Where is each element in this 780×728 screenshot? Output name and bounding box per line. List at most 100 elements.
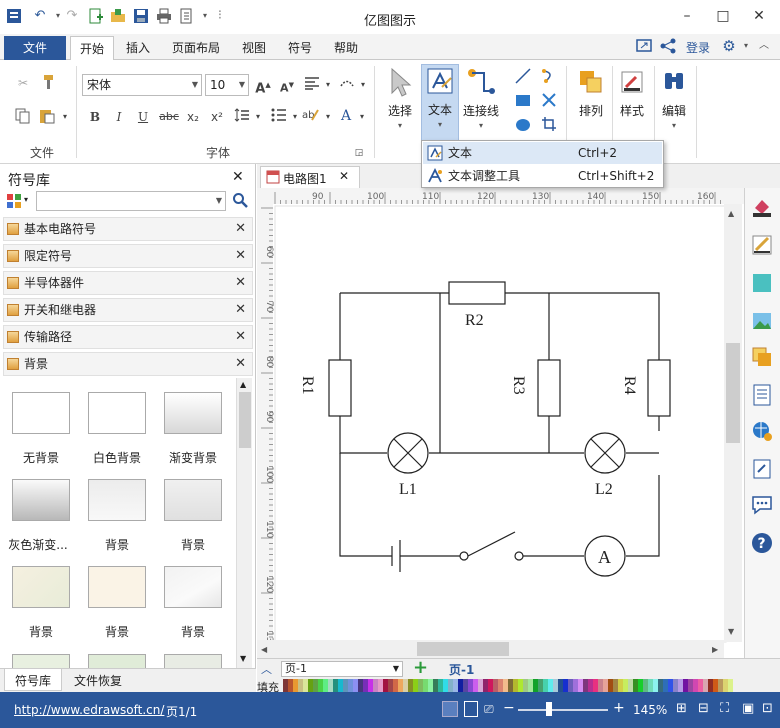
font-name-select[interactable]: 宋体 ▼ xyxy=(82,74,202,96)
tab-symbols[interactable]: 符号 xyxy=(279,36,321,60)
library-item[interactable]: 背景 ✕ xyxy=(3,352,253,376)
page-tab[interactable]: 页-1 xyxy=(449,661,474,678)
zoom-out-icon[interactable]: − xyxy=(503,700,515,716)
drawing-canvas[interactable]: 90 100 110 120 130 140 150 160 60 70 80 … xyxy=(257,188,744,658)
color-swatch[interactable] xyxy=(728,679,733,692)
comment-icon[interactable] xyxy=(751,494,773,516)
background-thumb[interactable] xyxy=(88,654,146,668)
underline-button[interactable]: U xyxy=(134,108,152,126)
background-thumb[interactable] xyxy=(12,654,70,668)
background-thumb[interactable] xyxy=(164,479,222,521)
arc-tool-icon[interactable] xyxy=(540,68,558,86)
edit-button[interactable]: 编辑 ▾ xyxy=(655,66,693,130)
bold-button[interactable]: B xyxy=(86,108,104,126)
shrink-font-icon[interactable]: A▼ xyxy=(278,76,296,95)
library-item[interactable]: 开关和继电器 ✕ xyxy=(3,298,253,322)
lamp-l2[interactable] xyxy=(584,432,626,474)
close-library-icon[interactable]: ✕ xyxy=(235,272,246,294)
background-thumb[interactable] xyxy=(12,392,70,434)
library-menu-icon[interactable] xyxy=(6,193,22,209)
search-icon[interactable] xyxy=(232,192,248,208)
presentation-icon[interactable]: ⎚ xyxy=(484,702,494,717)
normal-view-icon[interactable] xyxy=(442,701,458,717)
close-library-icon[interactable]: ✕ xyxy=(235,245,246,267)
globe-icon[interactable] xyxy=(751,420,773,442)
style-button[interactable]: 样式 xyxy=(613,66,651,119)
maximize-icon[interactable]: □ xyxy=(712,6,734,26)
share-screen-icon[interactable] xyxy=(636,38,652,54)
close-tab-icon[interactable]: ✕ xyxy=(339,169,349,183)
shadow-icon[interactable] xyxy=(751,272,773,294)
highlight-dropdown-icon[interactable]: ▾ xyxy=(319,108,337,126)
lamp-l1[interactable] xyxy=(387,432,429,474)
dropdown-item-text-adjust[interactable]: 文本调整工具 Ctrl+Shift+2 xyxy=(423,165,662,187)
fit-page-icon[interactable]: ⊞ xyxy=(676,701,687,716)
scroll-thumb[interactable] xyxy=(239,392,251,448)
connector-tool-button[interactable]: 连接线 ▾ xyxy=(460,66,502,130)
background-thumb[interactable] xyxy=(12,566,70,608)
attachment-icon[interactable] xyxy=(751,458,773,480)
background-thumb[interactable] xyxy=(88,566,146,608)
share-icon[interactable] xyxy=(660,38,676,54)
font-color-dropdown-icon[interactable]: ▾ xyxy=(353,108,371,126)
collapse-page-bar-icon[interactable]: ︿ xyxy=(261,661,272,677)
library-scrollbar[interactable]: ▲ ▼ xyxy=(236,378,252,668)
scroll-up-icon[interactable]: ▲ xyxy=(728,209,735,218)
tab-page-layout[interactable]: 页面布局 xyxy=(163,36,229,60)
background-thumb[interactable] xyxy=(12,479,70,521)
canvas-vscrollbar[interactable]: ▲ ▼ xyxy=(724,204,742,642)
scroll-up-icon[interactable]: ▲ xyxy=(240,380,246,389)
zoom-in-icon[interactable]: + xyxy=(613,700,625,716)
actual-size-icon[interactable]: ▣ xyxy=(742,701,754,716)
superscript-button[interactable]: x² xyxy=(208,108,226,126)
scroll-thumb[interactable] xyxy=(417,642,509,656)
tab-symbol-library[interactable]: 符号库 xyxy=(4,669,63,691)
select-tool-button[interactable]: 选择 ▾ xyxy=(381,66,419,130)
align-dropdown-icon[interactable]: ▾ xyxy=(319,76,337,94)
tab-view[interactable]: 视图 xyxy=(233,36,275,60)
minimize-icon[interactable]: – xyxy=(676,6,698,26)
scroll-right-icon[interactable]: ▶ xyxy=(712,645,719,654)
italic-button[interactable]: I xyxy=(110,108,128,126)
close-library-icon[interactable]: ✕ xyxy=(235,326,246,348)
line-style-icon[interactable] xyxy=(751,234,773,256)
strikethrough-button[interactable]: abc xyxy=(158,108,180,126)
background-thumb[interactable] xyxy=(164,392,222,434)
library-menu-dropdown-icon[interactable]: ▾ xyxy=(24,195,28,204)
zoom-slider[interactable] xyxy=(518,709,608,711)
fit-width-icon[interactable]: ⊟ xyxy=(698,701,709,716)
arrange-button[interactable]: 排列 xyxy=(572,66,610,119)
collapse-ribbon-icon[interactable]: ︿ xyxy=(756,38,772,54)
background-thumb[interactable] xyxy=(164,566,222,608)
zoom-slider-thumb[interactable] xyxy=(546,702,552,716)
page-list-icon[interactable] xyxy=(751,384,773,406)
library-item[interactable]: 传输路径 ✕ xyxy=(3,325,253,349)
copy-icon[interactable] xyxy=(14,108,32,126)
scroll-thumb[interactable] xyxy=(726,343,740,443)
resistor-r2[interactable] xyxy=(448,281,506,305)
doc-tab[interactable]: 电路图1 ✕ xyxy=(260,166,360,188)
crosshair-tool-icon[interactable] xyxy=(540,92,558,110)
color-palette[interactable] xyxy=(283,679,733,692)
settings-dropdown-icon[interactable]: ▾ xyxy=(738,38,754,54)
highlight-icon[interactable]: ab xyxy=(302,108,320,126)
fill-style-icon[interactable] xyxy=(751,196,773,218)
tab-file-recovery[interactable]: 文件恢复 xyxy=(74,672,122,689)
format-painter-icon[interactable] xyxy=(38,74,56,92)
font-size-select[interactable]: 10 ▼ xyxy=(205,74,249,96)
library-item[interactable]: 限定符号 ✕ xyxy=(3,244,253,268)
page-view-icon[interactable] xyxy=(464,701,478,717)
line-spacing-dropdown-icon[interactable]: ▾ xyxy=(249,108,267,126)
ellipse-tool-icon[interactable] xyxy=(514,116,532,134)
paste-icon[interactable] xyxy=(38,108,56,126)
font-dialog-launcher-icon[interactable]: ◲ xyxy=(354,144,364,162)
full-screen-icon[interactable]: ⛶ xyxy=(720,701,729,716)
close-library-icon[interactable]: ✕ xyxy=(235,353,246,375)
image-icon[interactable] xyxy=(751,310,773,332)
help-icon[interactable]: ? xyxy=(751,532,773,554)
settings-gear-icon[interactable]: ⚙ xyxy=(721,38,737,54)
scroll-down-icon[interactable]: ▼ xyxy=(240,654,246,663)
library-item[interactable]: 基本电路符号 ✕ xyxy=(3,217,253,241)
add-page-icon[interactable]: + xyxy=(413,657,428,678)
view-options-icon[interactable]: ⊡ xyxy=(762,701,773,716)
